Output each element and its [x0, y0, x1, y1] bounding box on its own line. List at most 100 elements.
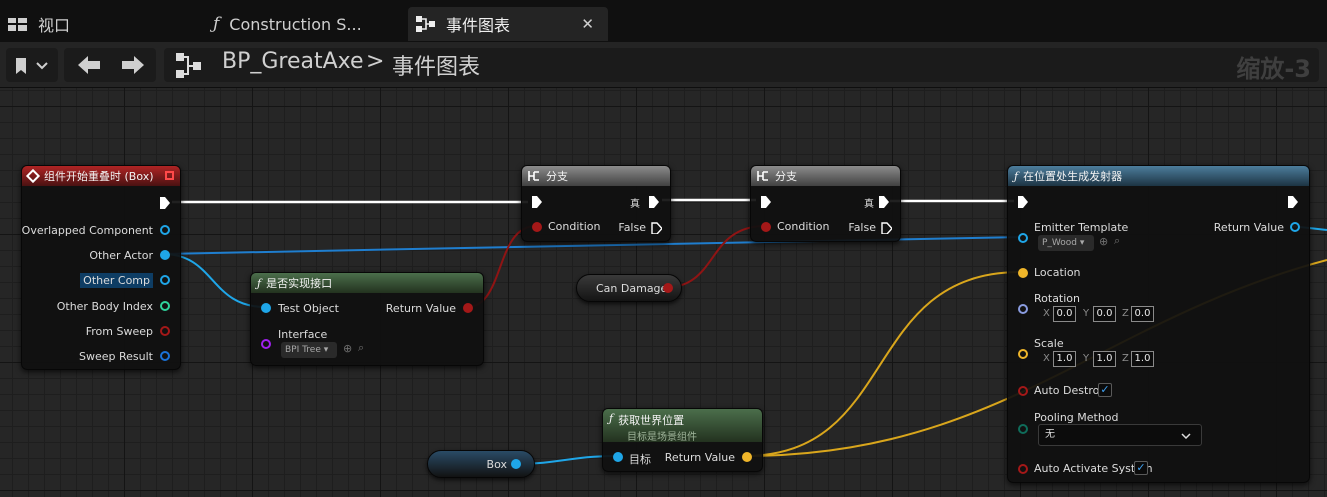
node-title: 获取世界位置	[618, 414, 685, 427]
close-icon[interactable]: ✕	[581, 15, 594, 33]
use-selected-icon[interactable]: ⊕	[1099, 235, 1108, 248]
exec-false-pin[interactable]	[881, 222, 892, 234]
node-header: ƒ 是否实现接口	[251, 273, 483, 293]
tab-event-graph[interactable]: 事件图表 ✕	[408, 7, 608, 41]
exec-true-pin[interactable]	[879, 196, 890, 208]
other-comp-pin[interactable]	[160, 275, 170, 285]
pooling-method-dropdown[interactable]: 无	[1038, 424, 1202, 446]
branch-icon	[757, 171, 768, 181]
function-icon: ƒ	[1014, 169, 1019, 183]
return-value-pin[interactable]	[463, 303, 473, 313]
axis-z: Z	[1122, 353, 1129, 364]
rotation-y-field[interactable]: 0.0	[1093, 306, 1116, 322]
browse-icon[interactable]: ⌕	[358, 341, 364, 355]
pin-label-overlapped-component: Overlapped Component	[21, 224, 153, 237]
scale-y-field[interactable]: 1.0	[1093, 351, 1116, 367]
rotation-x-field[interactable]: 0.0	[1053, 306, 1076, 322]
node-title: 分支	[775, 170, 797, 183]
browse-icon[interactable]: ⌕	[1114, 234, 1120, 248]
sweep-result-pin[interactable]	[160, 351, 170, 361]
interface-pin[interactable]	[261, 339, 271, 349]
exec-out-pin[interactable]	[160, 197, 171, 209]
exec-in-pin[interactable]	[761, 196, 772, 208]
tab-viewport[interactable]: 视口	[8, 7, 198, 41]
emitter-template-select[interactable]: P_Wood ▾	[1038, 235, 1094, 251]
scale-x-field[interactable]: 1.0	[1053, 351, 1076, 367]
pin-label-true: 真	[864, 199, 874, 210]
branch-node-1[interactable]: 分支 真 Condition False	[521, 165, 671, 242]
scale-z-field[interactable]: 1.0	[1131, 351, 1154, 367]
tab-construction-script[interactable]: ƒ Construction S...	[213, 7, 403, 41]
breadcrumb-current: 事件图表	[392, 55, 481, 80]
box-out-pin[interactable]	[511, 459, 521, 469]
event-diamond-icon	[25, 168, 41, 184]
box-variable-node[interactable]: Box	[427, 450, 535, 478]
function-icon: ƒ	[609, 412, 614, 425]
node-title: 组件开始重叠时 (Box)	[44, 170, 154, 183]
rotation-pin[interactable]	[1018, 304, 1028, 314]
axis-z: Z	[1122, 308, 1129, 319]
pin-label-other-body-index: Other Body Index	[56, 300, 153, 313]
can-damage-variable-node[interactable]: Can Damage	[576, 274, 682, 302]
auto-destroy-checkbox[interactable]: ✓	[1098, 383, 1112, 397]
pin-label-pooling-method: Pooling Method	[1034, 411, 1119, 424]
back-arrow-icon[interactable]	[68, 48, 108, 82]
exec-true-pin[interactable]	[649, 196, 660, 208]
forward-arrow-icon[interactable]	[112, 48, 152, 82]
emitter-value: P_Wood	[1042, 238, 1078, 248]
other-actor-pin[interactable]	[160, 250, 170, 260]
implements-interface-node[interactable]: ƒ 是否实现接口 Test Object Return Value Interf…	[250, 272, 484, 366]
exec-out-pin[interactable]	[1288, 196, 1299, 208]
branch-icon	[528, 171, 539, 181]
rotation-z-field[interactable]: 0.0	[1131, 306, 1154, 322]
node-title: 分支	[546, 170, 568, 183]
auto-destroy-pin[interactable]	[1018, 386, 1028, 396]
emitter-template-pin[interactable]	[1018, 233, 1028, 243]
return-value-pin[interactable]	[742, 452, 752, 462]
bookmark-dropdown[interactable]	[6, 48, 58, 82]
use-selected-icon[interactable]: ⊕	[343, 342, 352, 355]
pin-label-from-sweep: From Sweep	[85, 325, 153, 338]
get-world-location-node[interactable]: ƒ 获取世界位置 目标是场景组件 目标 Return Value	[602, 408, 763, 472]
overlapped-component-pin[interactable]	[160, 225, 170, 235]
history-nav	[64, 48, 156, 82]
node-header: ƒ 在位置处生成发射器	[1008, 166, 1309, 186]
exec-in-pin[interactable]	[1018, 196, 1029, 208]
pin-label-target: 目标	[629, 453, 651, 466]
breadcrumb-root[interactable]: BP_GreatAxe	[222, 49, 364, 74]
exec-in-pin[interactable]	[532, 196, 543, 208]
chevron-down-icon	[1181, 433, 1191, 439]
pin-label-false: False	[848, 221, 876, 234]
node-header: 组件开始重叠时 (Box)	[22, 166, 180, 186]
exec-false-pin[interactable]	[651, 222, 662, 234]
graph-icon	[176, 53, 201, 78]
pin-label-true: 真	[630, 199, 640, 210]
scale-pin[interactable]	[1018, 349, 1028, 359]
condition-pin[interactable]	[761, 222, 771, 232]
branch-node-2[interactable]: 分支 真 Condition False	[750, 165, 901, 242]
graph-toolbar: BP_GreatAxe > 事件图表 缩放-3	[0, 42, 1327, 88]
other-body-index-pin[interactable]	[160, 301, 170, 311]
spawn-emitter-node[interactable]: ƒ 在位置处生成发射器 Emitter Template P_Wood ▾ ⊕ …	[1007, 165, 1310, 483]
variable-label: Can Damage	[596, 282, 668, 295]
delegate-pin-icon[interactable]	[165, 171, 174, 180]
location-pin[interactable]	[1018, 268, 1028, 278]
tab-label: Construction S...	[229, 14, 362, 34]
test-object-pin[interactable]	[261, 303, 271, 313]
pin-label-scale: Scale	[1034, 337, 1064, 350]
node-header: 分支	[751, 166, 900, 186]
auto-activate-checkbox[interactable]: ✓	[1134, 461, 1148, 475]
condition-pin[interactable]	[532, 222, 542, 232]
target-pin[interactable]	[613, 452, 623, 462]
return-value-pin[interactable]	[1290, 222, 1300, 232]
from-sweep-pin[interactable]	[160, 326, 170, 336]
auto-activate-pin[interactable]	[1018, 464, 1028, 474]
pooling-method-pin[interactable]	[1018, 424, 1028, 434]
node-title: 在位置处生成发射器	[1023, 170, 1123, 183]
overlap-event-node[interactable]: 组件开始重叠时 (Box) Overlapped Component Other…	[21, 165, 181, 370]
interface-select[interactable]: BPI Tree ▾	[281, 342, 337, 358]
pin-label-test-object: Test Object	[278, 302, 339, 315]
pooling-method-value: 无	[1045, 429, 1055, 440]
can-damage-out-pin[interactable]	[663, 283, 673, 293]
node-title: 是否实现接口	[266, 277, 333, 290]
